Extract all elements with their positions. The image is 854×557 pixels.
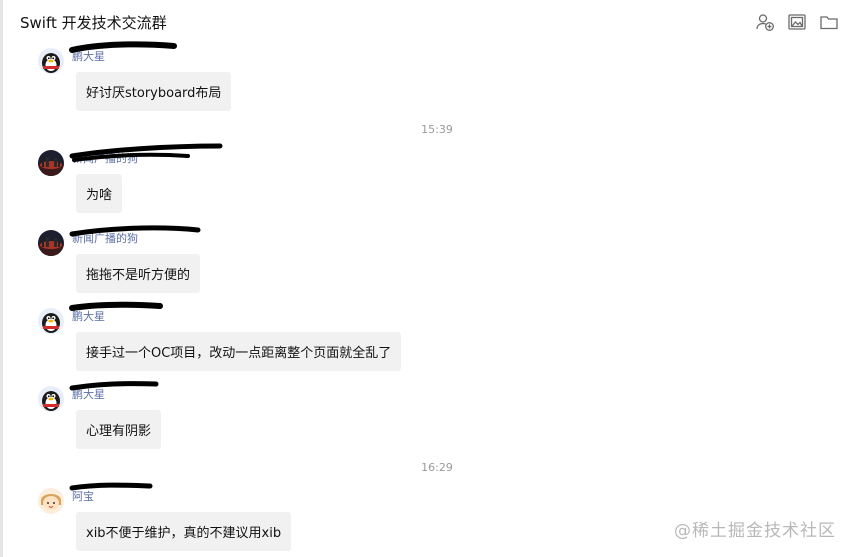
watermark: @稀土掘金技术社区 [674, 521, 836, 541]
avatar[interactable] [38, 488, 64, 514]
avatar[interactable] [38, 230, 64, 256]
timestamp: 15:39 [421, 123, 453, 136]
message-bubble[interactable]: 拖拖不是听方便的 [76, 254, 201, 293]
message-bubble[interactable]: 为啥 [76, 174, 123, 213]
redaction-mark [69, 41, 177, 53]
redaction-mark [69, 143, 223, 162]
redaction-mark [69, 482, 153, 491]
message-list: 鹏大星 好讨厌storyboard布局 15:39 新闻广播的狗 为啥 新闻广播… [0, 41, 854, 557]
chat-title: Swift 开发技术交流群 [20, 14, 167, 32]
add-member-icon[interactable] [755, 12, 775, 32]
message-bubble[interactable]: 心理有阴影 [76, 410, 162, 449]
folder-icon[interactable] [819, 12, 839, 32]
redaction-mark [69, 381, 159, 391]
message-bubble[interactable]: 接手过一个OC项目，改动一点距离整个页面就全乱了 [76, 332, 402, 371]
redaction-mark [69, 225, 201, 237]
image-icon[interactable] [787, 12, 807, 32]
message-bubble[interactable]: xib不便于维护，真的不建议用xib [76, 512, 292, 551]
avatar[interactable] [38, 150, 64, 176]
avatar[interactable] [38, 308, 64, 334]
avatar[interactable] [38, 386, 64, 412]
chat-header: Swift 开发技术交流群 [0, 0, 854, 44]
avatar[interactable] [38, 48, 64, 74]
timestamp: 16:29 [421, 461, 453, 474]
message-bubble[interactable]: 好讨厌storyboard布局 [76, 72, 232, 111]
redaction-mark [69, 301, 163, 311]
